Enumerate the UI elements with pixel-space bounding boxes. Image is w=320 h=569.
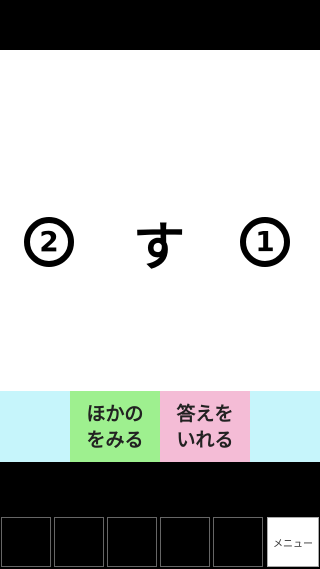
- puzzle-row: 2 す 1: [0, 212, 320, 278]
- enter-answer-label-line1: 答えを: [176, 402, 234, 425]
- inventory-slot[interactable]: [213, 517, 263, 567]
- spacer: [0, 462, 320, 515]
- action-bar: ほかの をみる 答えを いれる: [0, 391, 320, 462]
- inventory-slot[interactable]: [160, 517, 210, 567]
- menu-button[interactable]: メニュー: [267, 517, 319, 567]
- look-other-label-line2: をみる: [86, 428, 144, 451]
- circled-number-one-digit: 1: [255, 225, 275, 258]
- top-bar: [0, 0, 320, 50]
- puzzle-board: 2 す 1: [0, 50, 320, 391]
- inventory-slot[interactable]: [1, 517, 51, 567]
- circled-number-one: 1: [240, 217, 290, 267]
- look-other-button[interactable]: ほかの をみる: [70, 391, 160, 462]
- inventory-slot[interactable]: [54, 517, 104, 567]
- look-other-label-line1: ほかの: [86, 402, 144, 425]
- inventory-slot[interactable]: [107, 517, 157, 567]
- enter-answer-button[interactable]: 答えを いれる: [160, 391, 250, 462]
- puzzle-character: す: [132, 217, 185, 278]
- circled-number-two-digit: 2: [39, 225, 59, 258]
- circled-number-two: 2: [24, 217, 74, 267]
- enter-answer-label-line2: いれる: [176, 428, 234, 451]
- inventory-bar: メニュー: [0, 515, 320, 569]
